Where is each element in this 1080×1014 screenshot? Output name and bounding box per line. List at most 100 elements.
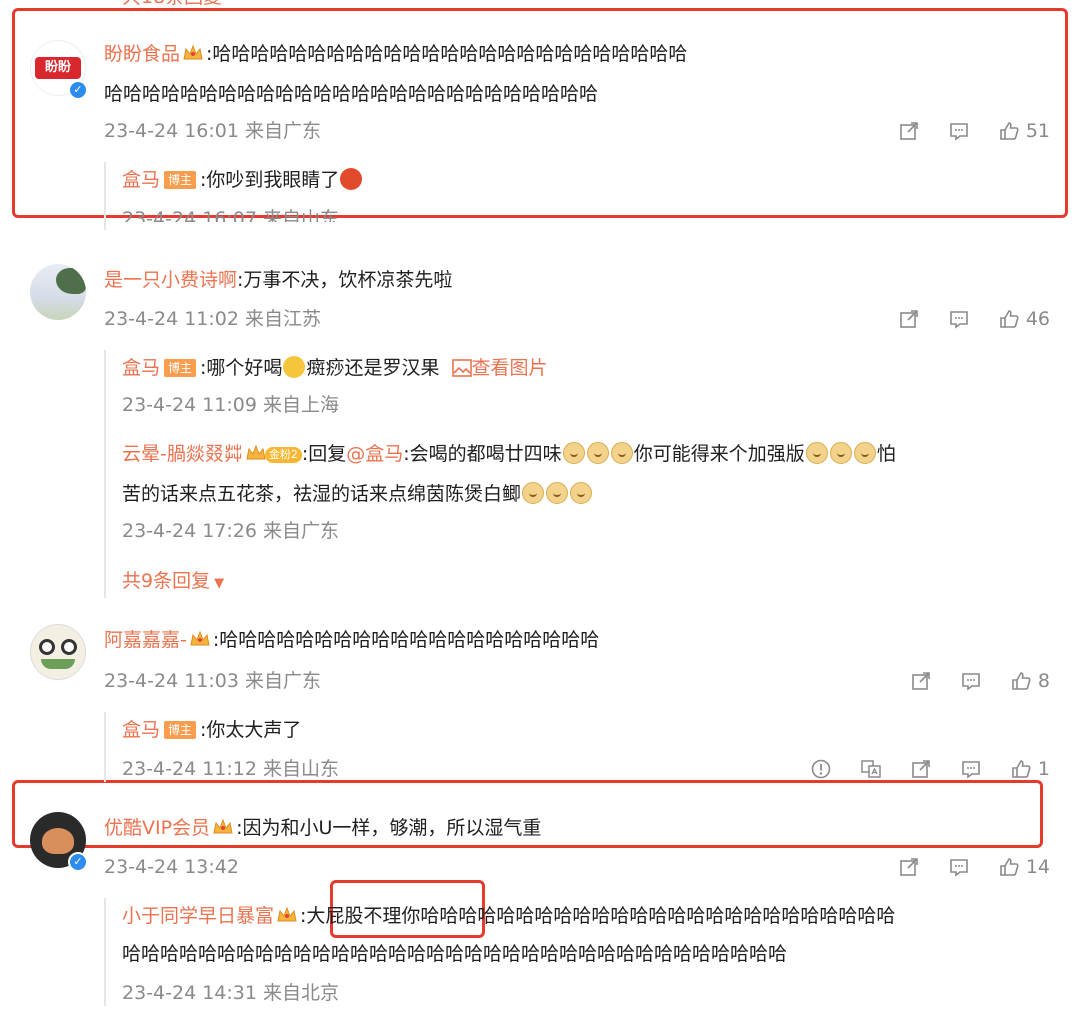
reply-text-cont: 哈哈哈哈哈哈哈哈哈哈哈哈哈哈哈哈哈哈哈哈哈哈哈哈哈哈哈哈哈哈哈哈哈哈哈 bbox=[122, 943, 788, 965]
share-icon bbox=[900, 310, 918, 328]
blogger-badge: 博主 bbox=[164, 721, 197, 739]
like-button[interactable]: 51 bbox=[998, 120, 1050, 142]
share-button[interactable] bbox=[898, 120, 920, 142]
action-bar: 46 bbox=[898, 306, 1050, 332]
angry-emoji-icon bbox=[340, 168, 363, 190]
comment-text: :万事不决，饮杯凉茶先啦 bbox=[237, 269, 453, 291]
image-icon bbox=[451, 359, 472, 377]
like-count: 8 bbox=[1037, 670, 1050, 692]
doge-emoji-icon bbox=[522, 482, 545, 504]
comment-meta: 23-4-24 11:02 来自江苏 bbox=[104, 308, 321, 330]
username[interactable]: 优酷VIP会员 bbox=[104, 817, 210, 839]
comment-button[interactable] bbox=[960, 670, 982, 692]
comment-meta: 23-4-24 16:01 来自广东 bbox=[104, 120, 321, 142]
reply-text: :大屁股不理你哈哈哈哈哈哈哈哈哈哈哈哈哈哈哈哈哈哈哈哈哈哈哈哈哈 bbox=[300, 905, 896, 927]
reply-text-c: 你可能得来个加强版 bbox=[633, 443, 805, 465]
reply-divider bbox=[104, 712, 106, 782]
share-button[interactable] bbox=[910, 670, 932, 692]
reply-line-2: 哈哈哈哈哈哈哈哈哈哈哈哈哈哈哈哈哈哈哈哈哈哈哈哈哈哈哈哈哈哈哈哈哈哈哈 bbox=[122, 940, 787, 968]
mention-link[interactable]: @盒马 bbox=[346, 443, 403, 465]
top-more-replies[interactable]: 共18条回复 bbox=[122, 0, 222, 10]
like-count: 46 bbox=[1025, 308, 1050, 330]
view-image-link[interactable]: 查看图片 bbox=[472, 357, 548, 379]
crown-icon bbox=[183, 44, 203, 60]
blogger-badge: 博主 bbox=[164, 359, 197, 377]
reply-username[interactable]: 小于同学早日暴富 bbox=[122, 905, 274, 927]
gold-fan-badge: 金粉2 bbox=[264, 447, 302, 463]
doge-emoji-icon bbox=[805, 442, 828, 464]
username[interactable]: 阿嘉嘉嘉- bbox=[104, 629, 187, 651]
reply-meta: 23-4-24 11:12 来自山东 bbox=[122, 758, 339, 780]
reply-username[interactable]: 云晕-腡燚叕茻 bbox=[122, 443, 243, 465]
like-button[interactable]: 46 bbox=[998, 308, 1050, 330]
brand-logo: 盼盼 bbox=[35, 57, 81, 79]
like-icon bbox=[1012, 672, 1031, 690]
comment-line: 阿嘉嘉嘉-:哈哈哈哈哈哈哈哈哈哈哈哈哈哈哈哈哈哈哈哈 bbox=[104, 626, 599, 654]
comment-button[interactable] bbox=[948, 856, 970, 878]
comment-text-cont: 哈哈哈哈哈哈哈哈哈哈哈哈哈哈哈哈哈哈哈哈哈哈哈哈哈哈 bbox=[104, 83, 599, 105]
action-bar: 51 bbox=[898, 118, 1050, 144]
reply-line: 云晕-腡燚叕茻 金粉2:回复@盒马:会喝的都喝廿四味 你可能得来个加强版 怕 bbox=[122, 440, 896, 468]
comment-text: :哈哈哈哈哈哈哈哈哈哈哈哈哈哈哈哈哈哈哈哈哈哈哈哈哈 bbox=[206, 43, 688, 65]
reply-username[interactable]: 盒马 bbox=[122, 357, 160, 379]
username[interactable]: 盼盼食品 bbox=[104, 43, 180, 65]
report-button[interactable] bbox=[810, 758, 832, 780]
translate-button[interactable] bbox=[860, 758, 882, 780]
like-button[interactable]: 8 bbox=[1010, 670, 1050, 692]
comment-line: 优酷VIP会员 :因为和小U一样，够潮，所以湿气重 bbox=[104, 814, 541, 842]
like-button[interactable]: 1 bbox=[1010, 758, 1050, 780]
comment-button[interactable] bbox=[948, 308, 970, 330]
verified-icon: ✓ bbox=[68, 852, 88, 872]
share-icon bbox=[912, 760, 930, 778]
reply-line: 小于同学早日暴富 :大屁股不理你哈哈哈哈哈哈哈哈哈哈哈哈哈哈哈哈哈哈哈哈哈哈哈哈哈 bbox=[122, 902, 895, 930]
reply-text: :哪个好喝 bbox=[200, 357, 283, 379]
share-button[interactable] bbox=[898, 308, 920, 330]
reply-username[interactable]: 盒马 bbox=[122, 719, 160, 741]
action-bar: 8 bbox=[910, 668, 1050, 694]
like-icon bbox=[1000, 858, 1019, 876]
verified-icon: ✓ bbox=[68, 80, 88, 100]
comment-button[interactable] bbox=[948, 120, 970, 142]
eye-right bbox=[61, 639, 77, 655]
comment-line-1: 盼盼食品 :哈哈哈哈哈哈哈哈哈哈哈哈哈哈哈哈哈哈哈哈哈哈哈哈哈 bbox=[104, 40, 687, 68]
report-icon bbox=[811, 759, 831, 779]
reply-username[interactable]: 盒马 bbox=[122, 169, 160, 191]
share-button[interactable] bbox=[898, 856, 920, 878]
like-button[interactable]: 14 bbox=[998, 856, 1050, 878]
username[interactable]: 是一只小费诗啊 bbox=[104, 269, 237, 291]
avatar[interactable] bbox=[30, 264, 86, 320]
comment-icon bbox=[950, 859, 968, 877]
comment-icon bbox=[950, 123, 968, 141]
comment-icon bbox=[950, 311, 968, 329]
crown-icon bbox=[277, 906, 297, 922]
reply-divider bbox=[104, 350, 106, 598]
avatar[interactable] bbox=[30, 624, 86, 680]
share-button[interactable] bbox=[910, 758, 932, 780]
comment-button[interactable] bbox=[960, 758, 982, 780]
doge-emoji-icon bbox=[570, 482, 593, 504]
reply-meta: 23-4-24 11:09 来自上海 bbox=[122, 394, 339, 416]
reply-line: 盒马 博主:你太大声了 bbox=[122, 716, 301, 744]
reply-line: 盒马 博主:你吵到我眼睛了 bbox=[122, 166, 363, 194]
mouth bbox=[41, 659, 75, 669]
comment-icon bbox=[962, 673, 980, 691]
action-bar: 14 bbox=[898, 854, 1050, 880]
reply-text-d: 怕 bbox=[876, 443, 896, 465]
comment-meta: 23-4-24 13:42 bbox=[104, 856, 239, 878]
doge-emoji-icon bbox=[562, 442, 585, 464]
reply-line: 盒马 博主:哪个好喝 癍痧还是罗汉果 查看图片 bbox=[122, 354, 548, 382]
more-replies-link[interactable]: 共9条回复 ▼ bbox=[122, 568, 224, 597]
like-count: 51 bbox=[1025, 120, 1050, 142]
reply-divider bbox=[104, 898, 106, 1006]
reply-text: :你吵到我眼睛了 bbox=[200, 169, 340, 191]
comment-text: :因为和小U一样，够潮，所以湿气重 bbox=[236, 817, 542, 839]
reply-line-2: 苦的话来点五花茶，祛湿的话来点绵茵陈煲白鲫 bbox=[122, 480, 593, 508]
crown-icon bbox=[190, 630, 210, 646]
reply-text: :你太大声了 bbox=[200, 719, 302, 741]
like-count: 14 bbox=[1025, 856, 1050, 878]
crown-icon bbox=[246, 444, 266, 460]
share-icon bbox=[900, 122, 918, 140]
comment-icon bbox=[962, 761, 980, 779]
reply-text-2: 癍痧还是罗汉果 bbox=[306, 357, 440, 379]
like-icon bbox=[1012, 760, 1031, 778]
